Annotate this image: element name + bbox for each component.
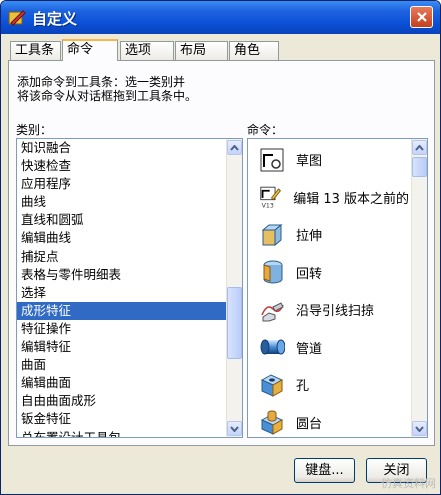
command-label: 圆台 xyxy=(296,416,323,432)
sketch-icon xyxy=(260,148,284,172)
edit-v13-icon: V13 xyxy=(260,186,282,210)
list-item[interactable]: 编辑曲线 xyxy=(17,229,226,247)
list-item[interactable]: 曲线 xyxy=(17,193,226,211)
command-label: 回转 xyxy=(296,266,323,282)
chevron-down-icon xyxy=(230,425,239,432)
list-item[interactable]: 快速检查 xyxy=(17,157,226,175)
boss-icon xyxy=(260,410,284,436)
tab-toolbars[interactable]: 工具条 xyxy=(10,41,61,60)
scroll-down-button[interactable] xyxy=(227,421,242,436)
command-label: 拉伸 xyxy=(296,229,323,245)
commands-scrollbar[interactable] xyxy=(411,139,427,437)
extrude-icon xyxy=(261,223,283,246)
hole-icon xyxy=(260,374,284,397)
list-item[interactable]: 特征操作 xyxy=(17,320,226,338)
chevron-down-icon xyxy=(415,425,424,432)
command-item-hole[interactable]: 孔 xyxy=(248,366,409,404)
list-item[interactable]: 捕捉点 xyxy=(17,248,226,266)
list-item[interactable]: 表格与零件明细表 xyxy=(17,266,226,284)
command-label: 草图 xyxy=(296,154,323,170)
instructions: 添加命令到工具条：选一类别并 将该命令从对话框拖到工具条中。 xyxy=(17,75,197,103)
scroll-up-button[interactable] xyxy=(412,140,427,155)
command-item-revolve[interactable]: 回转 xyxy=(248,254,409,292)
list-item[interactable]: 总布置设计工具包 xyxy=(17,429,226,438)
watermark: 仿真资料网 xyxy=(381,477,436,490)
command-item-sketch[interactable]: 草图 xyxy=(248,141,409,179)
tab-layout[interactable]: 布局 xyxy=(175,41,228,60)
tube-icon xyxy=(260,339,285,355)
revolve-icon xyxy=(263,260,283,284)
list-item[interactable]: 知识融合 xyxy=(17,139,226,157)
scroll-thumb[interactable] xyxy=(227,287,242,359)
command-label: 编辑 13 版本之前的 xyxy=(293,191,409,207)
command-item-sweep[interactable]: 沿导引线扫掠 xyxy=(248,291,409,329)
categories-list: 知识融合 快速检查 应用程序 曲线 直线和圆弧 编辑曲线 捕捉点 表格与零件明细… xyxy=(17,139,226,438)
close-icon xyxy=(416,12,427,22)
window-title: 自定义 xyxy=(32,10,78,28)
scroll-down-button[interactable] xyxy=(412,421,427,436)
list-item[interactable]: 成形特征 xyxy=(17,301,226,320)
command-label: 孔 xyxy=(296,379,310,395)
chevron-up-icon xyxy=(415,144,424,151)
tab-options[interactable]: 选项 xyxy=(120,41,174,60)
chevron-up-icon xyxy=(230,144,239,151)
scroll-thumb[interactable] xyxy=(412,157,427,177)
app-icon xyxy=(8,10,26,26)
list-item[interactable]: 编辑特征 xyxy=(17,338,226,356)
commands-listbox[interactable]: 草图 V13 编辑 13 版本之前的 拉伸 回转 沿导引线扫掠 管道 孔 圆台 xyxy=(247,138,428,438)
instructions-line-2: 将该命令从对话框拖到工具条中。 xyxy=(17,89,198,103)
command-item-extrude[interactable]: 拉伸 xyxy=(248,216,409,254)
close-window-button[interactable] xyxy=(410,6,433,28)
list-item[interactable]: 应用程序 xyxy=(17,175,226,193)
scroll-up-button[interactable] xyxy=(227,140,242,155)
commands-list: 草图 V13 编辑 13 版本之前的 拉伸 回转 沿导引线扫掠 管道 孔 圆台 xyxy=(248,141,409,438)
categories-scrollbar[interactable] xyxy=(226,139,242,437)
tab-commands[interactable]: 命令 xyxy=(62,39,118,61)
list-item[interactable]: 选择 xyxy=(17,284,226,302)
svg-text:V13: V13 xyxy=(262,203,274,210)
list-item[interactable]: 直线和圆弧 xyxy=(17,211,226,229)
list-item[interactable]: 自由曲面成形 xyxy=(17,392,226,410)
command-item-boss[interactable]: 圆台 xyxy=(248,404,409,438)
commands-panel: 添加命令到工具条：选一类别并 将该命令从对话框拖到工具条中。 类别： 命令： 知… xyxy=(8,60,435,446)
commands-label: 命令： xyxy=(247,123,284,137)
list-item[interactable]: 编辑曲面 xyxy=(17,374,226,392)
customize-dialog: 自定义 工具条 命令 选项 布局 角色 添加命令到工具条：选一类别并 将该命令从… xyxy=(0,0,441,495)
keyboard-button[interactable]: 键盘... xyxy=(294,458,355,483)
categories-listbox[interactable]: 知识融合 快速检查 应用程序 曲线 直线和圆弧 编辑曲线 捕捉点 表格与零件明细… xyxy=(16,138,243,438)
title-bar[interactable]: 自定义 xyxy=(1,1,440,34)
list-item[interactable]: 钣金特征 xyxy=(17,410,226,428)
instructions-line-1: 添加命令到工具条：选一类别并 xyxy=(17,75,186,89)
command-label: 管道 xyxy=(296,341,323,357)
list-item[interactable]: 曲面 xyxy=(17,356,226,374)
command-item-tube[interactable]: 管道 xyxy=(248,329,409,367)
command-label: 沿导引线扫掠 xyxy=(296,304,375,320)
tab-roles[interactable]: 角色 xyxy=(229,41,279,60)
categories-label: 类别： xyxy=(16,123,53,137)
command-item-edit-v13[interactable]: V13 编辑 13 版本之前的 xyxy=(248,179,409,217)
sweep-icon xyxy=(261,302,284,322)
